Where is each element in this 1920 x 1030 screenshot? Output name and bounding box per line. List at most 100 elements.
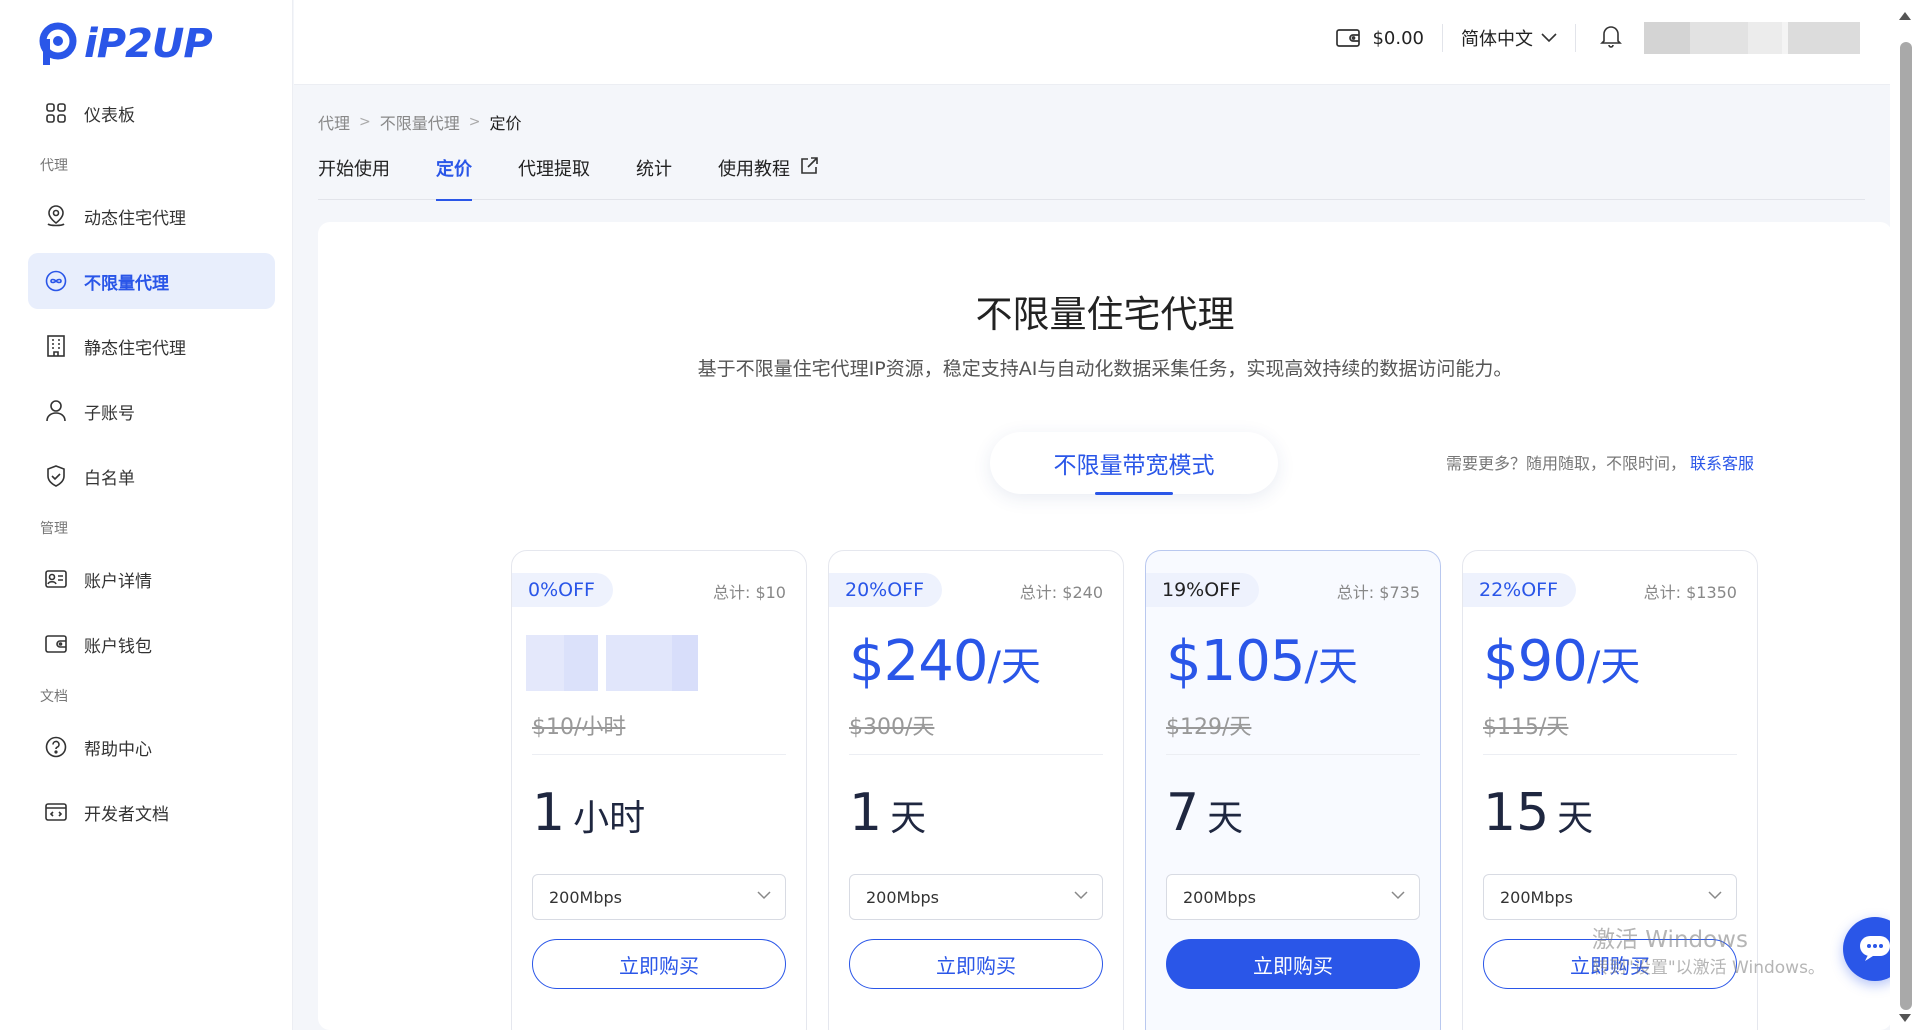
dashboard-icon — [44, 101, 68, 125]
price-unit: /天 — [1304, 644, 1358, 690]
duration-unit: 天 — [890, 798, 927, 839]
sidebar-item-help-center[interactable]: 帮助中心 — [28, 719, 275, 775]
scrollbar-thumb[interactable] — [1900, 42, 1912, 1010]
balance-display[interactable]: $0.00 — [1336, 28, 1424, 49]
mode-underline — [1095, 492, 1173, 495]
plan-duration: 1 天 — [849, 783, 926, 843]
plan-duration: 15 天 — [1483, 783, 1593, 843]
top-header: $0.00 简体中文 — [294, 0, 1890, 85]
pricing-card: 不限量住宅代理 基于不限量住宅代理IP资源，稳定支持AI与自动化数据采集任务，实… — [318, 222, 1892, 1030]
sidebar-item-dynamic-residential[interactable]: 动态住宅代理 — [28, 188, 275, 244]
plan-price: $105 /天 — [1166, 629, 1358, 694]
bandwidth-select[interactable]: 200Mbps — [849, 874, 1103, 920]
windows-activation-watermark: 激活 Windows — [1592, 927, 1748, 953]
price-amount: $90 — [1483, 629, 1588, 694]
bandwidth-mode-tab[interactable]: 不限量带宽模式 — [990, 432, 1278, 495]
sidebar-item-account-wallet[interactable]: 账户钱包 — [28, 616, 275, 672]
plan-duration: 7 天 — [1166, 783, 1243, 843]
logo-mark-icon — [38, 21, 82, 67]
sidebar-item-sub-account[interactable]: 子账号 — [28, 383, 275, 439]
original-price: $115/天 — [1483, 715, 1569, 740]
header-divider — [1442, 24, 1443, 52]
page-scrollbar[interactable] — [1890, 0, 1920, 1030]
chevron-down-icon — [1541, 33, 1557, 43]
tab-tutorial[interactable]: 使用教程 — [718, 155, 818, 200]
buy-now-button[interactable]: 立即购买 — [532, 939, 786, 989]
contact-support-link[interactable]: 联系客服 — [1690, 454, 1754, 473]
bandwidth-value: 200Mbps — [1183, 887, 1256, 907]
chevron-down-icon — [1391, 891, 1405, 900]
chevron-down-icon — [1708, 891, 1722, 900]
discount-badge: 22%OFF — [1463, 573, 1577, 607]
sidebar-nav: 仪表板 代理 动态住宅代理 不限量代理 静态住宅代理 子账号 白名单 管理 账户… — [28, 85, 275, 849]
sidebar: iP2UP 仪表板 代理 动态住宅代理 不限量代理 静态住宅代理 子账号 白名单… — [0, 0, 293, 1030]
plan-list: 0%OFF 总计: $10 $10/小时 1 小时 200Mbps 立即购买 2… — [511, 550, 1779, 1030]
location-pin-icon — [44, 204, 68, 228]
plan-price: $90 /天 — [1483, 629, 1640, 694]
language-selector[interactable]: 简体中文 — [1461, 25, 1557, 51]
duration-unit: 小时 — [573, 798, 646, 839]
scroll-down-arrow-icon[interactable] — [1899, 1014, 1911, 1022]
sidebar-item-developer-docs[interactable]: 开发者文档 — [28, 784, 275, 840]
plan-duration: 1 小时 — [532, 783, 645, 843]
chat-bubble-icon — [1860, 936, 1890, 961]
buy-now-button[interactable]: 立即购买 — [849, 939, 1103, 989]
sidebar-item-label: 静态住宅代理 — [84, 338, 186, 359]
language-label: 简体中文 — [1461, 29, 1533, 50]
price-amount: $240 — [849, 629, 989, 694]
duration-number: 15 — [1483, 783, 1550, 843]
plan-card-1-hour: 0%OFF 总计: $10 $10/小时 1 小时 200Mbps 立即购买 — [511, 550, 807, 1030]
sidebar-item-unlimited[interactable]: 不限量代理 — [28, 253, 275, 309]
sidebar-item-label: 账户详情 — [84, 571, 152, 592]
plan-total: 总计: $735 — [1336, 583, 1420, 602]
price-redacted — [526, 635, 698, 691]
page-title: 不限量住宅代理 — [975, 293, 1235, 336]
sidebar-item-account-details[interactable]: 账户详情 — [28, 551, 275, 607]
breadcrumb-item[interactable]: 代理 — [318, 110, 350, 134]
original-price: $10/小时 — [532, 715, 626, 740]
bandwidth-mode-text: 不限量带宽模式 — [1053, 453, 1215, 479]
building-icon — [44, 334, 68, 358]
plan-card-7-days: 19%OFF 总计: $735 $105 /天 $129/天 7 天 200Mb… — [1145, 550, 1441, 1030]
logo-text: iP2UP — [84, 21, 213, 67]
code-doc-icon — [44, 800, 68, 824]
sidebar-item-static-residential[interactable]: 静态住宅代理 — [28, 318, 275, 374]
header-divider — [1575, 24, 1576, 52]
buy-now-button[interactable]: 立即购买 — [1166, 939, 1420, 989]
bandwidth-select[interactable]: 200Mbps — [532, 874, 786, 920]
price-unit: /天 — [987, 644, 1041, 690]
plan-divider — [1166, 754, 1420, 755]
plan-divider — [849, 754, 1103, 755]
sidebar-item-label: 动态住宅代理 — [84, 208, 186, 229]
infinity-icon — [44, 269, 68, 293]
wallet-icon — [44, 632, 68, 656]
plan-divider — [532, 754, 786, 755]
duration-unit: 天 — [1207, 798, 1244, 839]
discount-badge: 20%OFF — [829, 573, 943, 607]
tab-proxy-extract[interactable]: 代理提取 — [518, 155, 590, 200]
sidebar-item-label: 不限量代理 — [84, 273, 169, 294]
chevron-down-icon — [1074, 891, 1088, 900]
sidebar-item-dashboard[interactable]: 仪表板 — [28, 85, 275, 141]
logo[interactable]: iP2UP — [38, 18, 213, 70]
breadcrumb-separator: > — [359, 114, 371, 130]
sidebar-section-proxy: 代理 — [40, 158, 68, 174]
breadcrumb-item[interactable]: 不限量代理 — [380, 110, 460, 134]
notification-bell-icon[interactable] — [1600, 24, 1622, 52]
bandwidth-select[interactable]: 200Mbps — [1483, 874, 1737, 920]
scroll-up-arrow-icon[interactable] — [1899, 12, 1911, 20]
tab-statistics[interactable]: 统计 — [636, 155, 672, 200]
bandwidth-select[interactable]: 200Mbps — [1166, 874, 1420, 920]
bandwidth-value: 200Mbps — [549, 887, 622, 907]
user-icon — [44, 399, 68, 423]
duration-unit: 天 — [1557, 798, 1594, 839]
sidebar-section-manage: 管理 — [40, 521, 68, 537]
tab-pricing[interactable]: 定价 — [436, 155, 472, 201]
plan-total: 总计: $1350 — [1643, 583, 1737, 602]
discount-badge: 0%OFF — [512, 573, 613, 607]
duration-number: 7 — [1166, 783, 1200, 843]
tab-getting-started[interactable]: 开始使用 — [318, 155, 390, 200]
plan-total: 总计: $10 — [712, 583, 786, 602]
sidebar-item-whitelist[interactable]: 白名单 — [28, 448, 275, 504]
user-account-redacted[interactable] — [1644, 22, 1860, 54]
